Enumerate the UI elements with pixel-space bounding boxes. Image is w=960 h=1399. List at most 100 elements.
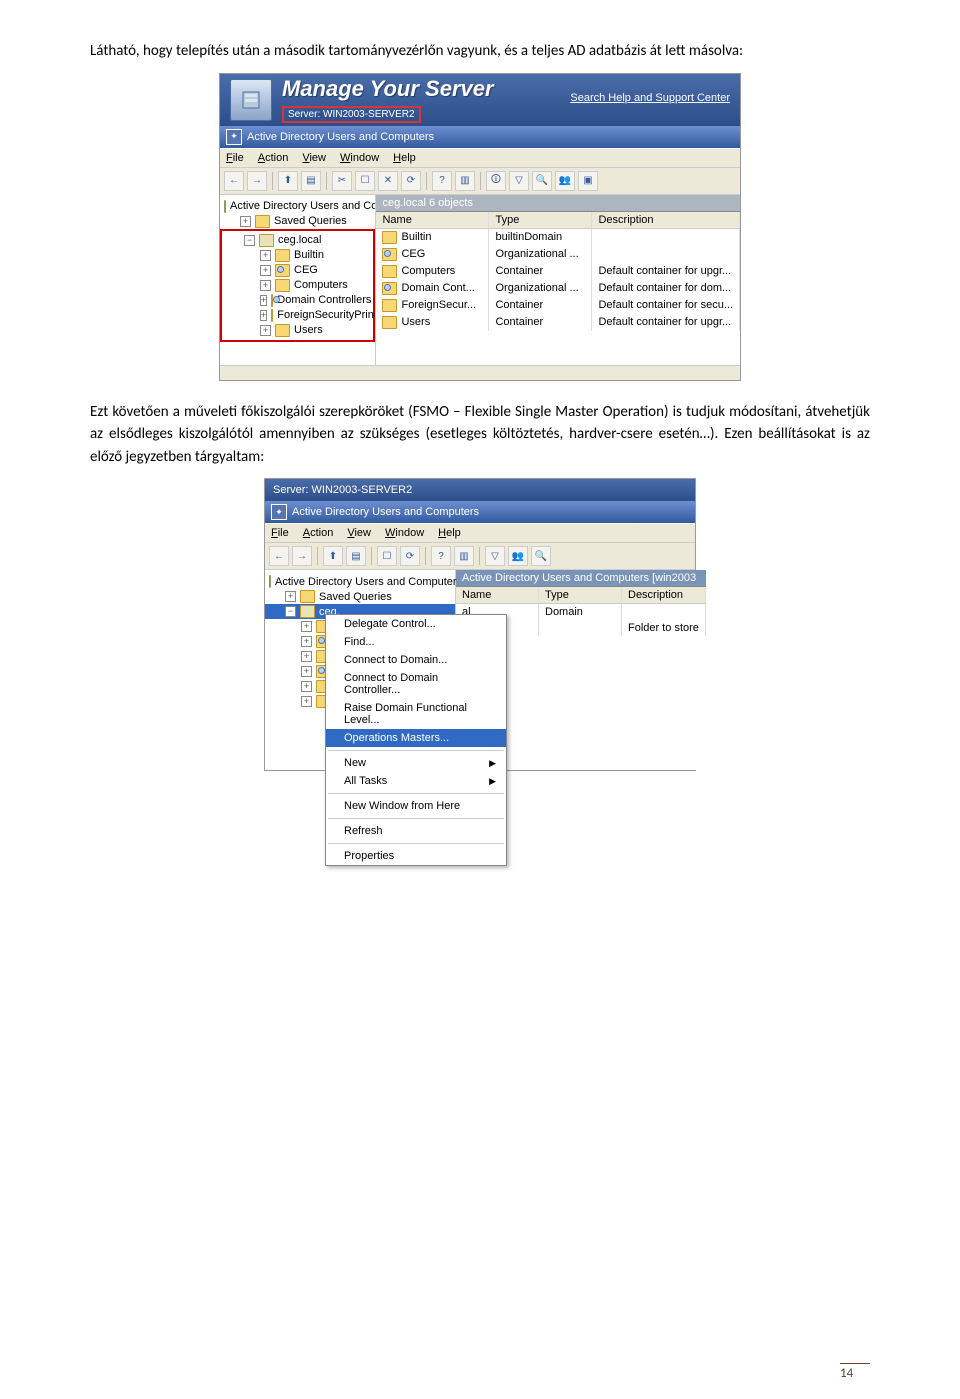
list-icon[interactable]: ▤ [301,171,321,191]
list-row[interactable]: UsersContainerDefault container for upgr… [376,314,740,331]
forward-icon[interactable]: → [292,546,312,566]
tree-saved-queries[interactable]: + Saved Queries [265,589,455,604]
ou-icon[interactable]: ▣ [578,171,598,191]
tree-item[interactable]: +Builtin [224,248,371,263]
col-type[interactable]: Type [539,587,622,603]
expand-icon[interactable]: + [301,636,312,647]
expand-icon[interactable]: + [301,681,312,692]
tool-icon[interactable]: 🛈 [486,171,506,191]
up-icon[interactable]: ⬆ [323,546,343,566]
expand-icon[interactable]: + [260,325,271,336]
expand-icon[interactable]: + [301,621,312,632]
menu-help[interactable]: Help [438,527,461,539]
ctx-find[interactable]: Find... [326,633,506,651]
back-icon[interactable]: ← [269,546,289,566]
col-type[interactable]: Type [489,212,592,228]
col-name[interactable]: Name [376,212,489,228]
forward-icon[interactable]: → [247,171,267,191]
col-desc[interactable]: Description [592,212,740,228]
expand-icon[interactable]: + [240,216,251,227]
cell-desc: Default container for secu... [592,297,740,314]
help-icon[interactable]: ? [432,171,452,191]
expand-icon[interactable]: + [260,250,271,261]
tree-saved-queries[interactable]: + Saved Queries [220,214,375,229]
col-desc[interactable]: Description [622,587,706,603]
properties-icon[interactable]: ☐ [377,546,397,566]
menu-view[interactable]: View [302,152,326,164]
view-icon[interactable]: ▥ [454,546,474,566]
menu-action[interactable]: Action [303,527,334,539]
server-header: Server: WIN2003-SERVER2 [265,479,695,501]
menu-window[interactable]: Window [385,527,424,539]
users-icon[interactable]: 👥 [508,546,528,566]
list-row[interactable]: ComputersContainerDefault container for … [376,263,740,280]
view-icon[interactable]: ▥ [455,171,475,191]
menu-window[interactable]: Window [340,152,379,164]
collapse-icon[interactable]: − [244,235,255,246]
expand-icon[interactable]: + [260,295,267,306]
ctx-delegate-control[interactable]: Delegate Control... [326,615,506,633]
folder-icon [275,249,290,262]
ctx-new[interactable]: New▶ [326,754,506,772]
screenshot-manage-your-server: Manage Your Server Server: WIN2003-SERVE… [219,73,741,381]
tree-item[interactable]: +Users [224,323,371,338]
up-icon[interactable]: ⬆ [278,171,298,191]
expand-icon[interactable]: + [285,591,296,602]
ctx-connect-domain[interactable]: Connect to Domain... [326,651,506,669]
folder-icon [255,215,270,228]
filter-icon[interactable]: ▽ [485,546,505,566]
expand-icon[interactable]: + [301,696,312,707]
find-icon[interactable]: 🔍 [531,546,551,566]
cell-name: Computers [401,265,455,277]
tree-item[interactable]: +Domain Controllers [224,293,371,308]
back-icon[interactable]: ← [224,171,244,191]
ctx-all-tasks[interactable]: All Tasks▶ [326,772,506,790]
page-footer: 14 [840,1363,870,1381]
tree-item[interactable]: +ForeignSecurityPrincipals [224,308,371,323]
col-name[interactable]: Name [456,587,539,603]
aduc-root-icon [269,575,271,588]
menu-file[interactable]: File [226,152,244,164]
ctx-connect-dc[interactable]: Connect to Domain Controller... [326,669,506,699]
delete-icon[interactable]: ✕ [378,171,398,191]
filter-icon[interactable]: ▽ [509,171,529,191]
expand-icon[interactable]: + [301,651,312,662]
tree-item[interactable]: +CEG [224,263,371,278]
tree-root[interactable]: Active Directory Users and Computer [220,199,375,214]
ctx-operations-masters[interactable]: Operations Masters... [326,729,506,747]
cut-icon[interactable]: ✂ [332,171,352,191]
ou-icon [275,264,290,277]
refresh-icon[interactable]: ⟳ [400,546,420,566]
find-icon[interactable]: 🔍 [532,171,552,191]
ctx-raise-level[interactable]: Raise Domain Functional Level... [326,699,506,729]
list-row[interactable]: CEGOrganizational ... [376,246,740,263]
collapse-icon[interactable]: − [285,606,296,617]
ctx-refresh[interactable]: Refresh [326,822,506,840]
ctx-properties[interactable]: Properties [326,847,506,865]
tree-item-label: ceg.local [278,234,321,246]
expand-icon[interactable]: + [301,666,312,677]
menu-file[interactable]: File [271,527,289,539]
domain-icon [259,234,274,247]
menu-help[interactable]: Help [393,152,416,164]
tree-item[interactable]: +Computers [224,278,371,293]
users-icon[interactable]: 👥 [555,171,575,191]
menu-action[interactable]: Action [258,152,289,164]
properties-icon[interactable]: ☐ [355,171,375,191]
ctx-new-window[interactable]: New Window from Here [326,797,506,815]
list-row[interactable]: Domain Cont...Organizational ...Default … [376,280,740,297]
ou-icon [271,294,273,307]
tree-root[interactable]: Active Directory Users and Computer [265,574,455,589]
help-icon[interactable]: ? [431,546,451,566]
expand-icon[interactable]: + [260,310,267,321]
list-row[interactable]: ForeignSecur...ContainerDefault containe… [376,297,740,314]
refresh-icon[interactable]: ⟳ [401,171,421,191]
tree-item-label: Saved Queries [274,215,347,227]
expand-icon[interactable]: + [260,265,271,276]
expand-icon[interactable]: + [260,280,271,291]
tree-domain[interactable]: − ceg.local [224,233,371,248]
list-icon[interactable]: ▤ [346,546,366,566]
list-row[interactable]: BuiltinbuiltinDomain [376,229,740,246]
menu-view[interactable]: View [347,527,371,539]
search-help-link[interactable]: Search Help and Support Center [570,92,730,104]
